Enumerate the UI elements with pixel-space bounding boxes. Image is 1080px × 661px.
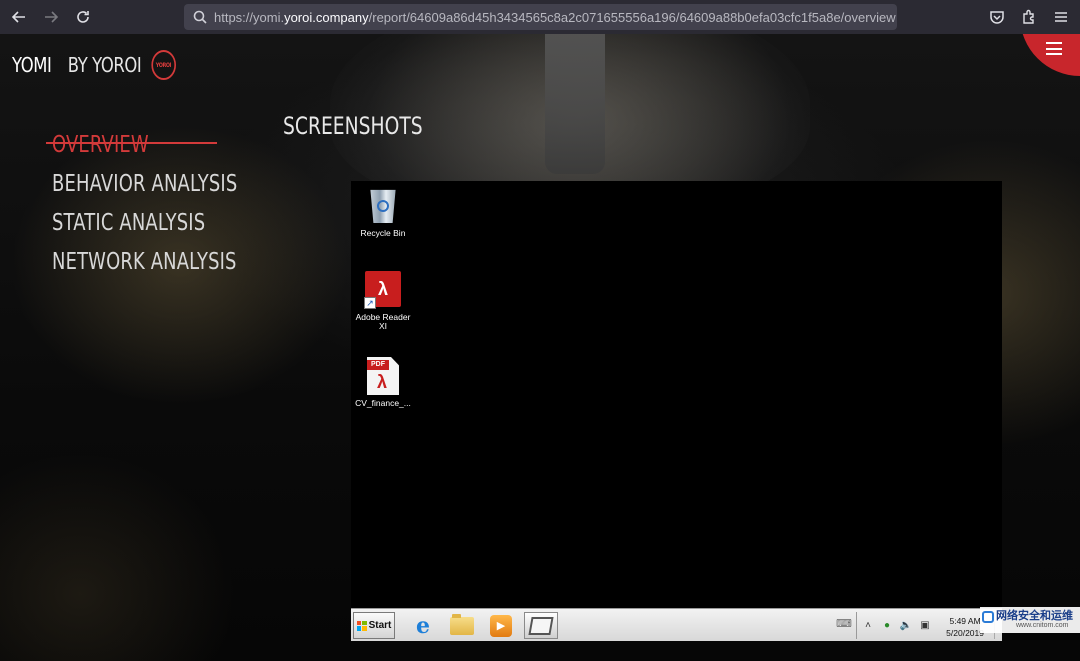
url-path: /report/64609a86d45h3434565c8a2c07165555… — [368, 9, 896, 25]
volume-icon: 🔈 — [899, 620, 913, 631]
nav-item-static-analysis[interactable]: STATIC ANALYSIS — [52, 204, 237, 243]
extensions-icon[interactable] — [1018, 6, 1040, 28]
yoroi-logo-icon: YOROI — [151, 50, 176, 80]
section-title: SCREENSHOTS — [283, 112, 423, 140]
pocket-icon[interactable] — [986, 6, 1008, 28]
watermark: 网络安全和运维 www.cnitom.com — [980, 607, 1080, 633]
background-helmet-crest — [545, 34, 605, 174]
nav-item-overview[interactable]: OVERVIEW — [52, 126, 237, 165]
desktop-icon-label: Adobe Reader XI — [355, 312, 411, 331]
adobe-reader-icon: λ ↗ — [364, 271, 402, 309]
network-icon: ● — [883, 620, 891, 631]
desktop-icon-label: CV_finance_... — [355, 398, 411, 408]
brand-name: YOMI — [12, 53, 52, 77]
windows-flag-icon — [356, 620, 367, 631]
recycle-bin-icon — [364, 187, 402, 225]
clock-time: 5:49 AM — [949, 616, 981, 626]
hamburger-menu-button[interactable] — [1020, 34, 1080, 76]
keyboard-icon: ⌨ — [836, 618, 852, 630]
brand[interactable]: YOMI BY YOROI YOROI — [12, 50, 176, 80]
watermark-title: 网络安全和运维 — [996, 610, 1073, 622]
file-explorer-icon — [445, 612, 479, 639]
menu-icon[interactable] — [1050, 6, 1072, 28]
media-player-icon: ▶ — [484, 612, 518, 639]
start-button: Start — [353, 612, 395, 639]
url-prefix: https://yomi. — [214, 9, 285, 25]
hamburger-icon — [1046, 42, 1062, 55]
brand-by: BY YOROI — [67, 53, 142, 77]
desktop-icon-adobe-reader: λ ↗ Adobe Reader XI — [351, 271, 415, 331]
report-nav: OVERVIEW BEHAVIOR ANALYSIS STATIC ANALYS… — [52, 126, 290, 282]
active-nav-indicator — [46, 142, 217, 144]
reload-icon[interactable] — [70, 4, 96, 30]
action-center-icon: ▣ — [920, 620, 930, 631]
tray-expand-icon: ˄ — [865, 620, 871, 631]
forward-icon[interactable] — [38, 4, 64, 30]
pdf-file-icon: PDF λ — [364, 357, 402, 395]
desktop-icon-pdf-file: PDF λ CV_finance_... — [351, 357, 415, 408]
taskbar-clock: 5:49 AM 5/20/2019 — [946, 615, 984, 639]
browser-toolbar: https://yomi. yoroi.company/report/64609a… — [0, 0, 1080, 34]
watermark-url: www.cnitom.com — [1016, 622, 1069, 629]
windows-taskbar: Start e ▶ ⌨ ˄ ● 🔈 ▣ 5:49 AM 5/20/2019 — [351, 608, 1002, 641]
watermark-logo-icon — [982, 611, 994, 623]
start-label: Start — [368, 620, 392, 631]
brand-logo-text: YOROI — [155, 61, 172, 69]
program-window-icon — [524, 612, 558, 639]
report-page: YOMI BY YOROI YOROI OVERVIEW BEHAVIOR AN… — [0, 34, 1080, 661]
back-icon[interactable] — [6, 4, 32, 30]
search-icon — [193, 10, 207, 24]
nav-item-network-analysis[interactable]: NETWORK ANALYSIS — [52, 243, 237, 282]
internet-explorer-icon: e — [416, 612, 430, 639]
shortcut-arrow-icon: ↗ — [364, 297, 376, 309]
nav-item-behavior-analysis[interactable]: BEHAVIOR ANALYSIS — [52, 165, 237, 204]
desktop-icon-recycle-bin: Recycle Bin — [351, 187, 415, 238]
url-field[interactable]: https://yomi. yoroi.company/report/64609a… — [184, 4, 897, 30]
desktop-icon-label: Recycle Bin — [360, 228, 406, 238]
url-host: yoroi.company — [284, 9, 369, 25]
sandbox-screenshot[interactable]: Recycle Bin λ ↗ Adobe Reader XI PDF λ CV… — [351, 181, 1002, 641]
clock-date: 5/20/2019 — [946, 628, 984, 638]
